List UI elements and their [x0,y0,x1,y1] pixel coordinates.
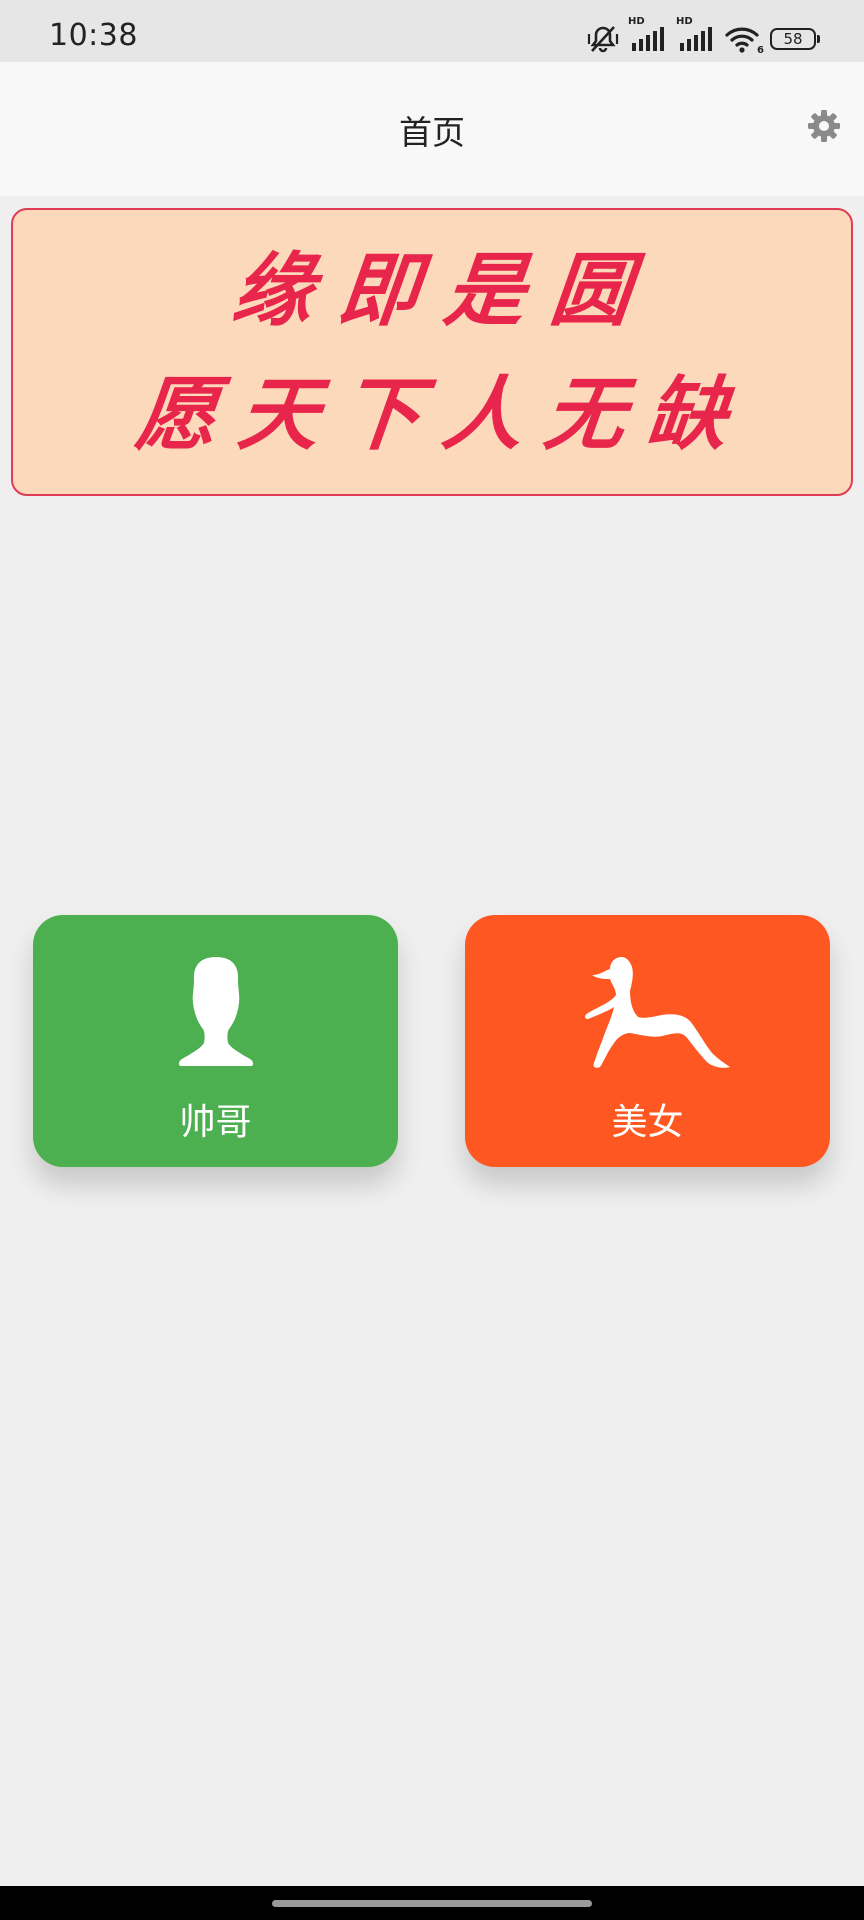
mute-vibrate-icon [586,24,620,54]
system-nav-bar [0,1886,864,1920]
battery-level: 58 [783,30,803,48]
female-card-label: 美女 [611,1102,684,1143]
status-icons: HD HD 6 58 [586,16,820,56]
home-indicator[interactable] [272,1900,592,1907]
male-card-button[interactable]: 帅哥 [33,915,398,1167]
settings-button[interactable] [802,106,846,150]
signal-hd-label: HD [676,16,693,27]
status-bar: 10:38 HD HD 6 58 [0,0,864,62]
slogan-banner: 缘即是圆 愿天下人无缺 [11,208,853,496]
wifi-icon: 6 [724,24,764,56]
male-silhouette-icon [33,953,398,1073]
banner-line-2: 愿天下人无缺 [132,367,754,461]
gear-icon [807,109,841,147]
battery-indicator: 58 [770,28,820,50]
cell-signal-icon: HD [628,16,668,54]
page-title: 首页 [399,113,465,152]
status-time: 10:38 [49,18,138,53]
cell-signal-icon: HD [676,16,716,54]
male-card-label: 帅哥 [179,1102,252,1143]
female-silhouette-icon [465,953,830,1073]
signal-hd-label: HD [628,16,645,27]
wifi-6-label: 6 [757,45,764,56]
female-card-button[interactable]: 美女 [465,915,830,1167]
app-bar: 首页 [0,62,864,196]
banner-line-1: 缘即是圆 [228,243,662,337]
